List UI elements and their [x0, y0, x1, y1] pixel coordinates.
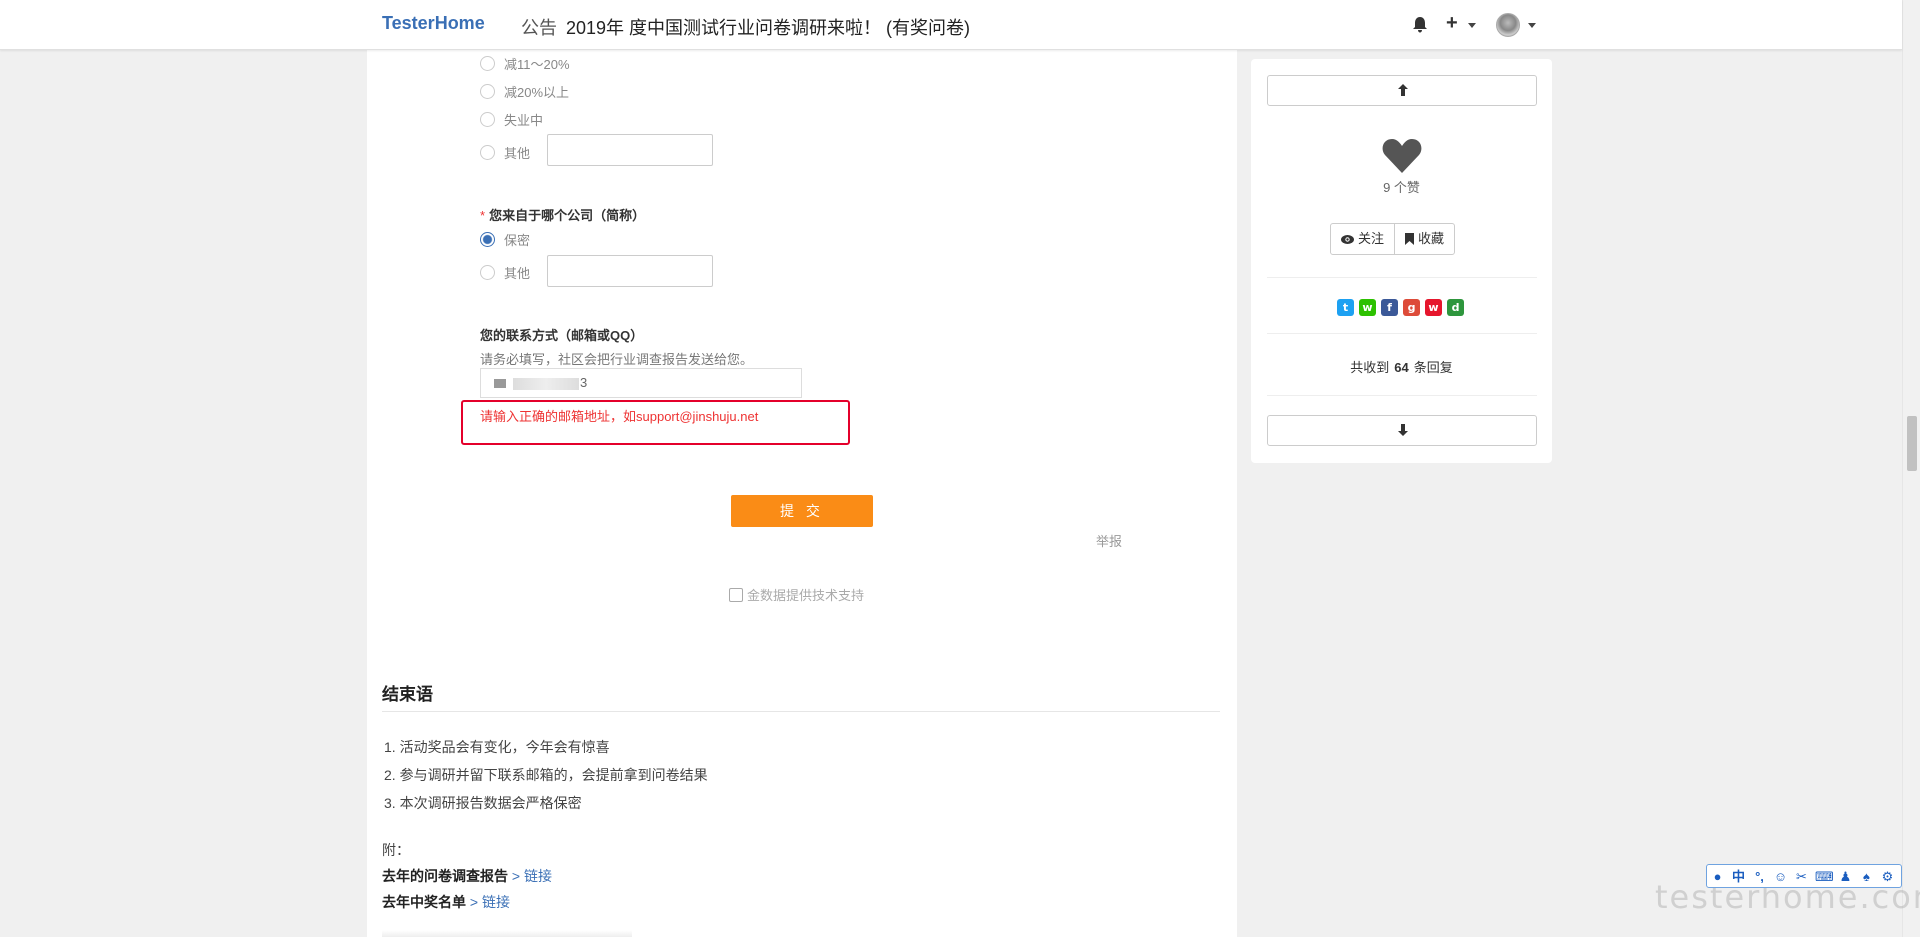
scroll-top-button[interactable]	[1267, 75, 1537, 106]
user-icon[interactable]: ♟	[1838, 868, 1853, 885]
cut-off-text	[382, 930, 632, 937]
reply-number: 64	[1394, 360, 1409, 375]
google-plus-icon[interactable]: g	[1403, 299, 1420, 316]
radio-option[interactable]: 失业中	[480, 110, 543, 129]
avatar[interactable]	[1496, 13, 1520, 37]
powered-by-text: 金数据提供技术支持	[747, 588, 865, 603]
right-sidebar: 9 个赞 关注 收藏 t w f g w d 共收到 64 条回复	[1251, 59, 1552, 463]
facebook-icon[interactable]: f	[1381, 299, 1398, 316]
email-error-message: 请输入正确的邮箱地址，如support@jinshuju.net	[480, 409, 759, 424]
favorite-button[interactable]: 收藏	[1394, 224, 1454, 254]
radio-button[interactable]	[480, 265, 495, 280]
radio-option[interactable]: 保密	[480, 230, 530, 249]
email-field[interactable]: 3	[480, 368, 802, 398]
required-mark: *	[480, 208, 486, 223]
twitter-icon[interactable]: t	[1337, 299, 1354, 316]
like-count: 9 个赞	[1383, 180, 1420, 195]
bookmark-icon	[1405, 233, 1415, 245]
other-company-input[interactable]	[547, 255, 713, 287]
notice-tag: 公告	[521, 18, 557, 38]
radio-label: 其他	[504, 266, 531, 281]
ime-mode[interactable]: 中	[1731, 868, 1746, 885]
contact-question-hint: 请务必填写，社区会把行业调查报告发送给您。	[480, 352, 754, 367]
section-title: 结束语	[382, 685, 433, 704]
radio-option[interactable]: 其他	[480, 263, 530, 282]
jinshuju-logo-icon	[729, 587, 743, 602]
eye-icon	[1341, 234, 1354, 244]
list-item: 3. 本次调研报告数据会严格保密	[384, 795, 582, 811]
radio-button-selected[interactable]	[480, 232, 495, 247]
scrollbar-thumb[interactable]	[1907, 416, 1917, 471]
douban-icon[interactable]: d	[1447, 299, 1464, 316]
appendix-label: 附：	[382, 842, 410, 858]
contact-question-label: 您的联系方式（邮箱或QQ）	[480, 328, 644, 343]
submit-button[interactable]: 提 交	[731, 495, 873, 527]
action-button-group: 关注 收藏	[1330, 223, 1456, 255]
heart-icon[interactable]	[1382, 137, 1422, 173]
radio-label: 减20%以上	[504, 85, 570, 100]
reply-suffix: 条回复	[1413, 360, 1453, 375]
brand-logo[interactable]: TesterHome	[382, 13, 485, 34]
wechat-icon[interactable]: w	[1359, 299, 1376, 316]
divider	[382, 711, 1220, 712]
radio-option[interactable]: 减20%以上	[480, 82, 569, 101]
radio-button[interactable]	[480, 84, 495, 99]
notice-title[interactable]: 2019年 度中国测试行业问卷调研来啦！ (有奖问卷)	[566, 14, 970, 40]
list-item: 1. 活动奖品会有变化，今年会有惊喜	[384, 739, 610, 755]
follow-label: 关注	[1358, 231, 1385, 246]
follow-button[interactable]: 关注	[1331, 224, 1394, 254]
ime-punct[interactable]: °,	[1752, 868, 1767, 885]
other-text-input[interactable]	[547, 134, 713, 166]
plus-icon[interactable]: +	[1446, 12, 1458, 35]
radio-label: 减11～20%	[504, 57, 570, 72]
envelope-icon	[494, 379, 506, 388]
link-label: 去年中奖名单	[382, 894, 466, 910]
email-value: 3	[580, 375, 588, 390]
radio-label: 保密	[504, 233, 531, 248]
question-text: 您来自于哪个公司（简称）	[489, 208, 646, 223]
bell-icon[interactable]	[1410, 15, 1430, 35]
scissors-icon[interactable]: ✂	[1794, 868, 1809, 885]
weibo-icon[interactable]: w	[1425, 299, 1442, 316]
skin-icon[interactable]: ♠	[1859, 868, 1874, 885]
radio-button[interactable]	[480, 56, 495, 71]
divider	[1267, 277, 1537, 278]
radio-option[interactable]: 减11～20%	[480, 54, 570, 73]
divider	[1267, 395, 1537, 396]
link-label: 去年的问卷调查报告	[382, 868, 508, 884]
powered-by[interactable]: 金数据提供技术支持	[729, 585, 864, 604]
reply-prefix: 共收到	[1350, 360, 1390, 375]
emoji-icon[interactable]: ☺	[1773, 868, 1788, 885]
share-icons: t w f g w d	[1337, 299, 1469, 316]
radio-button[interactable]	[480, 112, 495, 127]
ime-logo-icon[interactable]: ●	[1710, 868, 1725, 885]
favorite-label: 收藏	[1418, 231, 1445, 246]
top-navbar: TesterHome 公告 2019年 度中国测试行业问卷调研来啦！ (有奖问卷…	[0, 0, 1902, 50]
redacted-text	[513, 378, 579, 390]
divider	[1267, 333, 1537, 334]
winners-link[interactable]: > 链接	[470, 894, 510, 910]
chevron-down-icon[interactable]	[1528, 23, 1536, 28]
chevron-down-icon[interactable]	[1468, 23, 1476, 28]
arrow-down-icon	[1398, 424, 1408, 436]
page-scrollbar[interactable]	[1902, 0, 1920, 937]
gear-icon[interactable]: ⚙	[1880, 868, 1895, 885]
list-item: 2. 参与调研并留下联系邮箱的，会提前拿到问卷结果	[384, 767, 708, 783]
arrow-up-icon	[1398, 84, 1408, 96]
winners-link-row: 去年中奖名单 > 链接	[382, 892, 510, 912]
ime-toolbar: ● 中 °, ☺ ✂ ⌨ ♟ ♠ ⚙	[1706, 864, 1902, 888]
radio-option[interactable]: 其他	[480, 143, 530, 162]
radio-label: 失业中	[504, 113, 544, 128]
company-question-label: * 您来自于哪个公司（简称）	[480, 205, 645, 224]
radio-label: 其他	[504, 146, 531, 161]
report-link[interactable]: > 链接	[512, 868, 552, 884]
scroll-bottom-button[interactable]	[1267, 415, 1537, 446]
report-link[interactable]: 举报	[1096, 531, 1122, 550]
reply-count: 共收到 64 条回复	[1251, 357, 1552, 376]
keyboard-icon[interactable]: ⌨	[1815, 868, 1834, 885]
radio-button[interactable]	[480, 145, 495, 160]
report-link-row: 去年的问卷调查报告 > 链接	[382, 866, 552, 886]
